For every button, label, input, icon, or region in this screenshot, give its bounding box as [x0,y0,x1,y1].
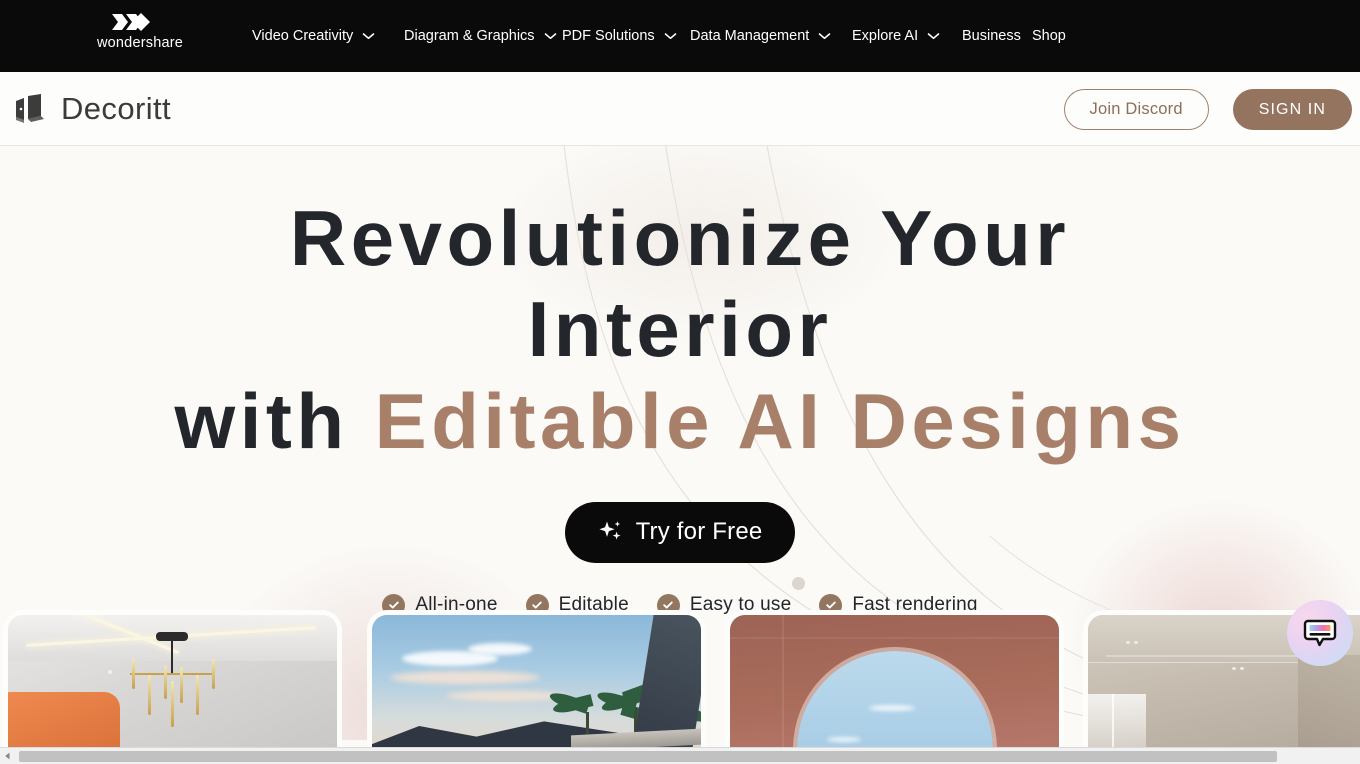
wondershare-mark-icon [112,13,150,31]
chevron-down-icon [818,33,831,40]
nav-label: Business [962,28,1021,44]
chat-bubble-icon [1303,619,1337,647]
feature-list: All-in-one Editable Easy to use Fast ren… [382,593,978,617]
carousel-card-sky-palm-terrace[interactable] [372,615,701,748]
nav-item-business[interactable]: Business [962,28,1032,44]
site-header: Decoritt Join Discord SIGN IN [0,72,1360,146]
check-icon [525,593,549,617]
header-actions: Join Discord SIGN IN [1063,89,1352,130]
horizontal-scrollbar[interactable] [0,747,1360,764]
chevron-down-icon [664,33,676,40]
feature-editable: Editable [525,593,629,617]
headline-line-1: Revolutionize Your Interior [289,194,1071,374]
sparkle-icon [598,521,621,540]
chevron-down-icon [927,33,940,40]
chevron-down-icon [362,33,375,40]
scrollbar-thumb[interactable] [19,750,1277,762]
nav-label: Data Management [690,28,810,44]
check-icon [819,593,843,617]
headline-line-2-accent: Editable AI Designs [374,376,1186,465]
chevron-down-icon [544,33,556,40]
carousel-card-grey-room-chandelier[interactable] [8,615,337,748]
feature-fast-rendering: Fast rendering [819,593,978,617]
feature-label: Easy to use [689,594,792,616]
nav-label: PDF Solutions [562,28,655,44]
nav-item-video-creativity[interactable]: Video Creativity [252,28,404,44]
wondershare-global-bar: wondershare Video Creativity Diagram & G… [0,0,1360,72]
carousel-card-terracotta-arch-window[interactable] [730,615,1059,748]
scrollbar-track[interactable] [15,748,1360,764]
nav-item-diagram-graphics[interactable]: Diagram & Graphics [404,28,562,44]
showcase-carousel[interactable] [0,615,1360,748]
door-logo-icon [16,94,44,123]
nav-item-explore-ai[interactable]: Explore AI [852,28,962,44]
chat-widget-button[interactable] [1287,600,1353,666]
page-title: Revolutionize Your Interior with Editabl… [135,193,1225,467]
wondershare-wordmark: wondershare [96,35,184,51]
feature-easy-to-use: Easy to use [656,593,792,617]
scroll-left-arrow[interactable] [0,748,15,764]
wondershare-nav: Video Creativity Diagram & Graphics PDF … [252,0,1066,72]
nav-label: Video Creativity [252,28,354,44]
brand-name: Decoritt [61,91,172,126]
feature-all-in-one: All-in-one [382,593,498,617]
nav-item-shop[interactable]: Shop [1032,28,1066,44]
wondershare-logo[interactable]: wondershare [80,12,200,51]
nav-item-pdf-solutions[interactable]: PDF Solutions [562,28,690,44]
nav-label: Diagram & Graphics [404,28,535,44]
cta-label: Try for Free [635,518,763,546]
join-discord-button[interactable]: Join Discord [1063,89,1209,130]
feature-label: Editable [558,594,629,616]
nav-item-data-management[interactable]: Data Management [690,28,852,44]
check-icon [656,593,680,617]
nav-label: Shop [1032,28,1066,44]
brand-logo-link[interactable]: Decoritt [10,89,171,129]
sign-in-button[interactable]: SIGN IN [1232,89,1352,130]
nav-label: Explore AI [852,28,919,44]
headline-line-2-prefix: with [174,376,375,465]
feature-label: All-in-one [415,594,498,616]
check-icon [382,593,406,617]
feature-label: Fast rendering [852,594,978,616]
try-for-free-button[interactable]: Try for Free [564,501,796,563]
